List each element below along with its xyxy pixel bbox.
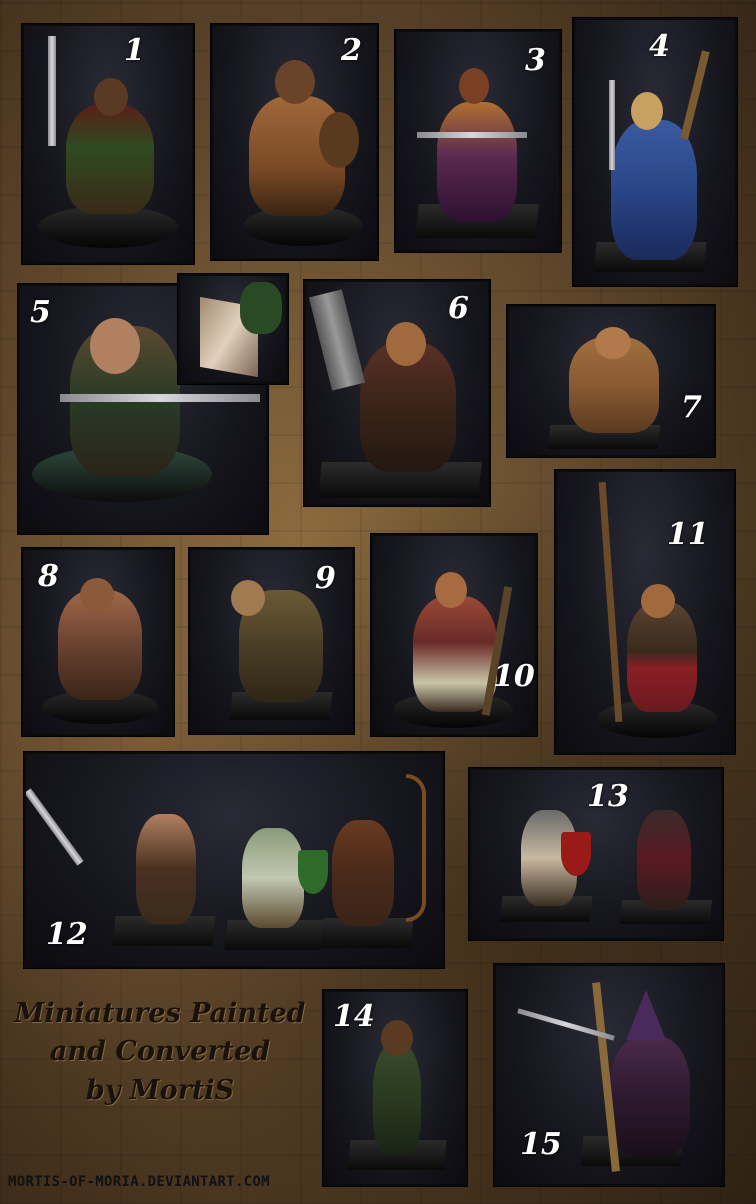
photo-miniature-10: 10	[370, 533, 538, 737]
label-4: 4	[649, 29, 670, 64]
label-2: 2	[341, 33, 362, 68]
photo-miniature-4: 4	[572, 17, 738, 287]
photo-miniature-13: 13	[468, 767, 724, 941]
photo-miniature-8: 8	[21, 547, 175, 737]
label-13: 13	[587, 779, 629, 814]
label-8: 8	[38, 559, 59, 594]
title-line-3: by MortiS	[85, 1074, 235, 1106]
artist-url: MORTIS-OF-MORIA.DEVIANTART.COM	[8, 1174, 270, 1190]
label-3: 3	[525, 43, 546, 78]
photo-miniature-11: 11	[554, 469, 736, 755]
photo-detail-inset	[177, 273, 289, 385]
photo-miniature-12: 12	[23, 751, 445, 969]
photo-miniature-15: 15	[493, 963, 725, 1187]
title-line-1: Miniatures Painted	[14, 998, 306, 1029]
label-11: 11	[667, 517, 709, 552]
photo-miniature-6: 6	[303, 279, 491, 507]
label-10: 10	[493, 659, 535, 694]
label-6: 6	[448, 291, 469, 326]
photo-miniature-7: 7	[506, 304, 716, 458]
label-14: 14	[333, 999, 375, 1034]
photo-miniature-2: 2	[210, 23, 379, 261]
label-5: 5	[30, 295, 51, 330]
photo-miniature-14: 14	[322, 989, 468, 1187]
label-1: 1	[124, 33, 145, 68]
label-9: 9	[315, 561, 336, 596]
photo-miniature-9: 9	[188, 547, 355, 735]
label-15: 15	[520, 1127, 562, 1162]
gallery-title: Miniatures Painted and Converted by Mort…	[10, 995, 310, 1110]
photo-miniature-3: 3	[394, 29, 562, 253]
title-line-2: and Converted	[49, 1036, 271, 1068]
photo-miniature-1: 1	[21, 23, 195, 265]
label-12: 12	[46, 917, 88, 952]
label-7: 7	[681, 390, 702, 425]
